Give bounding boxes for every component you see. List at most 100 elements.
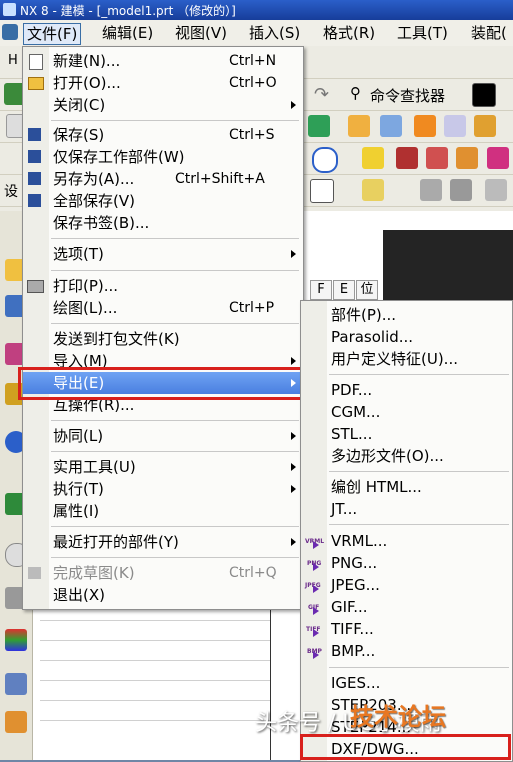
submenu-arrow-icon <box>291 485 296 493</box>
export-item-jpeg[interactable]: JPEG JPEG... <box>301 574 512 596</box>
column-header[interactable]: 位 <box>356 280 378 300</box>
sheet-icon[interactable] <box>444 115 466 137</box>
menu-item-save[interactable]: 保存(S) Ctrl+S <box>23 124 303 146</box>
assembly-icon[interactable] <box>456 147 478 169</box>
menu-item-plot[interactable]: 绘图(L)... Ctrl+P <box>23 297 303 319</box>
menu-item-utilities[interactable]: 实用工具(U) <box>23 456 303 478</box>
export-item-gif[interactable]: GIF GIF... <box>301 596 512 618</box>
color-swatch-icon[interactable] <box>472 83 496 107</box>
export-item-cgm[interactable]: CGM... <box>301 401 512 423</box>
export-arrow-icon <box>313 651 319 659</box>
save-all-icon <box>28 194 41 207</box>
sweep-icon[interactable] <box>380 115 402 137</box>
graphics-window[interactable] <box>383 230 513 310</box>
menu-separator <box>329 667 509 668</box>
menu-separator <box>51 420 299 421</box>
point-icon[interactable] <box>420 179 442 201</box>
menu-file[interactable]: 文件(F) <box>23 23 82 45</box>
file-menu: 新建(N)... Ctrl+N 打开(O)... Ctrl+O 关闭(C) 保存… <box>22 46 304 610</box>
menu-item-execute[interactable]: 执行(T) <box>23 478 303 500</box>
box-icon[interactable] <box>474 115 496 137</box>
export-item-bmp[interactable]: BMP BMP... <box>301 640 512 662</box>
watermark-brand: 技术论坛 <box>350 703 446 731</box>
menu-item-print[interactable]: 打印(P)... <box>23 275 303 297</box>
export-arrow-icon <box>313 585 319 593</box>
material-icon[interactable] <box>487 147 509 169</box>
menu-edit[interactable]: 编辑(E) <box>102 23 153 43</box>
export-item-parasolid[interactable]: Parasolid... <box>301 326 512 348</box>
face-icon[interactable] <box>485 179 507 201</box>
export-item-part[interactable]: 部件(P)... <box>301 304 512 326</box>
submenu-arrow-icon <box>291 463 296 471</box>
export-item-jt[interactable]: JT... <box>301 498 512 520</box>
menu-view[interactable]: 视图(V) <box>175 23 227 43</box>
nx-logo-icon <box>3 3 16 16</box>
export-arrow-icon <box>313 541 319 549</box>
block-icon[interactable] <box>414 115 436 137</box>
menu-assembly[interactable]: 装配( <box>471 23 507 43</box>
export-item-stl[interactable]: STL... <box>301 423 512 445</box>
menu-separator <box>51 557 299 558</box>
column-header[interactable]: E <box>333 280 355 300</box>
export-item-tiff[interactable]: TIFF TIFF... <box>301 618 512 640</box>
export-item-png[interactable]: PNG PNG... <box>301 552 512 574</box>
export-submenu: 部件(P)... Parasolid... 用户定义特征(U)... PDF..… <box>300 300 513 762</box>
finish-sketch-icon <box>28 567 41 579</box>
export-arrow-icon <box>313 607 319 615</box>
grid-line <box>40 640 270 641</box>
export-item-author-html[interactable]: 编创 HTML... <box>301 476 512 498</box>
binoculars-icon[interactable]: ⚲ <box>350 84 372 106</box>
menu-item-open[interactable]: 打开(O)... Ctrl+O <box>23 72 303 94</box>
menu-item-recent-parts[interactable]: 最近打开的部件(Y) <box>23 531 303 553</box>
export-item-iges[interactable]: IGES... <box>301 672 512 694</box>
export-item-udf[interactable]: 用户定义特征(U)... <box>301 348 512 370</box>
save-work-part-icon <box>28 150 41 163</box>
curve-icon[interactable] <box>450 179 472 201</box>
menu-separator <box>51 270 299 271</box>
menu-item-save-work-part[interactable]: 仅保存工作部件(W) <box>23 146 303 168</box>
column-header[interactable]: F <box>310 280 332 300</box>
filter-dropdown[interactable] <box>310 179 334 203</box>
selection-filter-label: 设 <box>4 184 18 200</box>
menu-item-save-all[interactable]: 全部保存(V) <box>23 190 303 212</box>
menu-item-save-as[interactable]: 另存为(A)... Ctrl+Shift+A <box>23 168 303 190</box>
menu-insert[interactable]: 插入(S) <box>249 23 300 43</box>
menu-item-close[interactable]: 关闭(C) <box>23 94 303 116</box>
export-item-pdf[interactable]: PDF... <box>301 379 512 401</box>
menu-item-exit[interactable]: 退出(X) <box>23 584 303 606</box>
grid-line <box>40 700 270 701</box>
menu-separator <box>329 524 509 525</box>
palette-icon[interactable] <box>5 629 27 651</box>
section-icon[interactable] <box>426 147 448 169</box>
submenu-arrow-icon <box>291 357 296 365</box>
extrude-icon[interactable] <box>348 115 370 137</box>
menu-item-properties[interactable]: 属性(I) <box>23 500 303 522</box>
shaded-icon[interactable] <box>396 147 418 169</box>
command-finder-label[interactable]: 命令查找器 <box>370 85 445 106</box>
folder-icon <box>28 77 44 90</box>
grid-line <box>40 660 270 661</box>
process-studio-icon[interactable] <box>5 673 27 695</box>
menu-item-save-bookmark[interactable]: 保存书签(B)... <box>23 212 303 234</box>
menu-tools[interactable]: 工具(T) <box>397 23 448 43</box>
export-item-vrml[interactable]: VRML VRML... <box>301 530 512 552</box>
app-menu-icon[interactable] <box>2 24 18 40</box>
export-item-polygon-file[interactable]: 多边形文件(O)... <box>301 445 512 467</box>
submenu-arrow-icon <box>291 250 296 258</box>
menu-separator <box>51 323 299 324</box>
menu-separator <box>329 471 509 472</box>
menu-item-new[interactable]: 新建(N)... Ctrl+N <box>23 50 303 72</box>
title-bar: NX 8 - 建模 - [_model1.prt （修改的）] <box>0 0 513 20</box>
feature-icon[interactable] <box>308 115 330 137</box>
snap-icon[interactable] <box>362 179 384 201</box>
toolbar-partial-label: H <box>8 53 18 68</box>
view-orient-icon[interactable] <box>312 147 338 173</box>
menu-item-collaborate[interactable]: 协同(L) <box>23 425 303 447</box>
redo-icon[interactable]: ↷ <box>314 84 336 106</box>
new-file-icon <box>29 54 43 70</box>
menu-item-send-to-package[interactable]: 发送到打包文件(K) <box>23 328 303 350</box>
solid-icon[interactable] <box>362 147 384 169</box>
menu-format[interactable]: 格式(R) <box>323 23 375 43</box>
roles-icon[interactable] <box>5 711 27 733</box>
menu-item-options[interactable]: 选项(T) <box>23 243 303 265</box>
